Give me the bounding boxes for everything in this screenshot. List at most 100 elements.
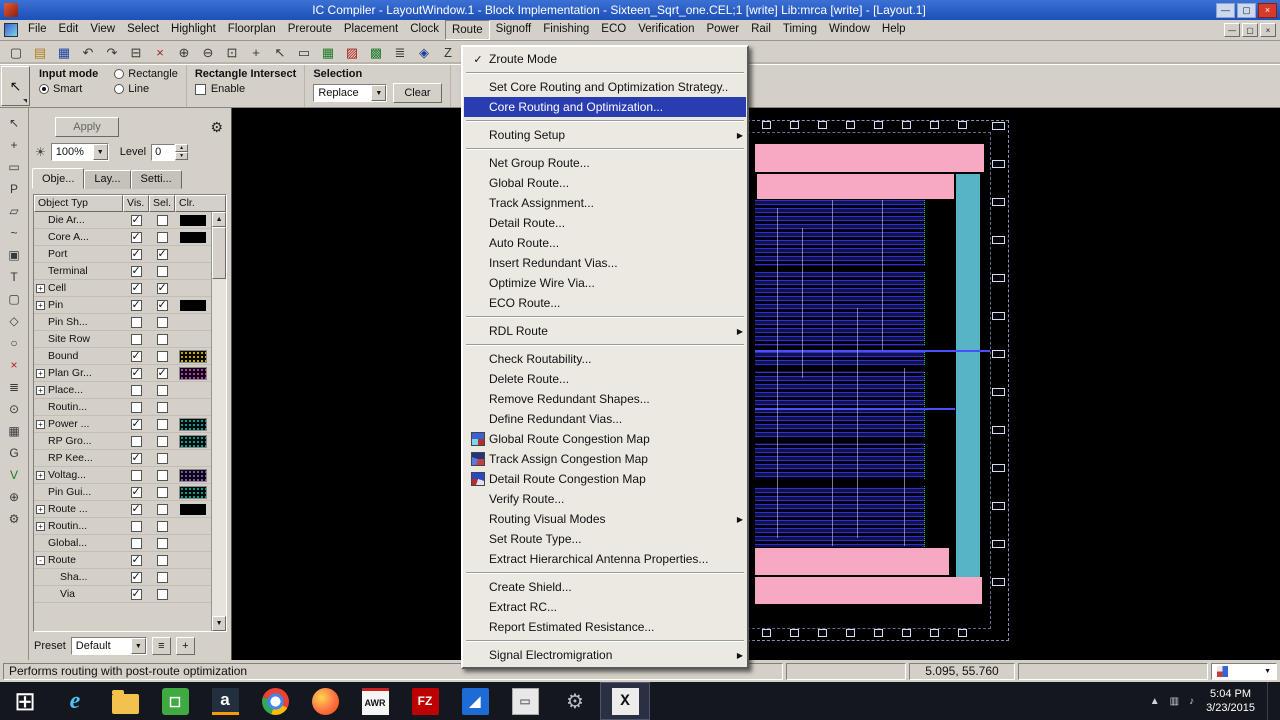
expand-icon[interactable] [36,539,45,548]
selectable-checkbox[interactable] [156,247,168,260]
color-swatch[interactable] [179,417,208,431]
menubar-item[interactable]: Help [876,20,912,40]
macro-block-bottom[interactable] [755,577,982,604]
menubar-item[interactable]: View [84,20,121,40]
Cell[interactable]: + Cell [34,280,212,297]
route-menu-item[interactable]: Zroute Mode [464,49,746,69]
taskbar-gears[interactable]: ⚙ [550,682,600,720]
taskbar-amazon[interactable]: a [200,682,250,720]
route-menu-item[interactable]: Create Shield... [464,577,746,597]
visibility-checkbox[interactable] [130,485,142,498]
zoom-out-icon[interactable]: ⊖ [197,43,219,63]
settings-tool-icon[interactable]: ⚙ [4,509,25,528]
spin-up-icon[interactable]: ▲ [175,143,189,152]
port-marker[interactable] [992,388,1005,396]
color-swatch[interactable] [180,266,206,277]
RP Kee...[interactable]: RP Kee... [34,450,212,467]
ground-tool-icon[interactable]: G [4,443,25,462]
route-menu-item[interactable]: Verify Route... [464,489,746,509]
Route[interactable]: - Route [34,552,212,569]
port-marker[interactable] [846,121,855,129]
radio-smart[interactable]: Smart [39,83,98,95]
Core A...[interactable]: Core A... [34,229,212,246]
route-menu-item[interactable] [464,637,746,645]
color-swatch[interactable] [179,468,208,482]
Place...[interactable]: + Place... [34,382,212,399]
route-menu-item[interactable]: Extract Hierarchical Antenna Properties.… [464,549,746,569]
selection-tool-button[interactable]: ↖ [1,66,30,106]
delete-tool-icon[interactable]: × [4,355,25,374]
color-swatch[interactable] [179,366,208,380]
menubar-item[interactable]: ECO [595,20,632,40]
port-marker[interactable] [762,121,771,129]
mdi-close-button[interactable]: × [1260,23,1276,37]
preset-add-button[interactable]: + [175,637,195,655]
visibility-checkbox[interactable] [130,451,142,464]
route-menu-item[interactable]: Set Route Type... [464,529,746,549]
tray-volume-icon[interactable]: ♪ [1189,696,1194,707]
pan-icon[interactable]: + [245,43,267,63]
route-menu-item[interactable]: Track Assign Congestion Map [464,449,746,469]
port-marker[interactable] [902,629,911,637]
Site Row[interactable]: Site Row [34,331,212,348]
radio-rectangle[interactable]: Rectangle [114,68,178,80]
color-swatch[interactable] [180,385,206,396]
route-menu-item[interactable]: RDL Route [464,321,746,341]
expand-icon[interactable] [36,454,45,463]
expand-icon[interactable] [36,488,45,497]
scrollbar-thumb[interactable] [212,227,226,279]
enable-checkbox[interactable]: Enable [194,83,296,95]
copy-icon[interactable]: ⊟ [125,43,147,63]
color-swatch[interactable] [179,349,208,363]
taskbar-awr[interactable]: AWR [350,682,400,720]
color-swatch[interactable] [179,230,208,244]
via-tool-icon[interactable]: ▣ [4,245,25,264]
column-header-object[interactable]: Object Typ [34,195,123,212]
menubar-item[interactable]: Highlight [165,20,222,40]
selectable-checkbox[interactable] [156,265,168,277]
undo-icon[interactable]: ↶ [77,43,99,63]
selectable-checkbox[interactable] [156,588,168,600]
level-stepper[interactable]: 0 ▲ ▼ [151,143,189,161]
visibility-checkbox[interactable] [130,435,142,447]
layers-icon[interactable]: ≣ [389,43,411,63]
radio-line[interactable]: Line [114,83,178,95]
route-menu-item[interactable] [464,145,746,153]
port-marker[interactable] [992,312,1005,320]
port-marker[interactable] [992,578,1005,586]
port-marker[interactable] [992,160,1005,168]
visibility-checkbox[interactable] [130,281,142,294]
expand-icon[interactable]: + [36,470,45,480]
route-menu-item[interactable]: Core Routing and Optimization... [464,97,746,117]
expand-icon[interactable] [36,573,45,582]
route-menu-item[interactable]: Check Routability... [464,349,746,369]
visibility-checkbox[interactable] [130,469,142,481]
Port[interactable]: Port [34,246,212,263]
visibility-checkbox[interactable] [130,366,142,379]
palette-icon[interactable]: ▩ [365,43,387,63]
selectable-checkbox[interactable] [156,333,168,345]
selectable-checkbox[interactable] [156,452,168,464]
column-header-vis[interactable]: Vis. [123,195,149,212]
route-menu-item[interactable] [464,69,746,77]
panel-settings-icon[interactable]: ⚙ [210,119,223,136]
port-marker[interactable] [846,629,855,637]
taskbar-explorer[interactable] [100,682,150,720]
close-button[interactable]: × [1258,2,1277,18]
selectable-checkbox[interactable] [156,316,168,328]
visibility-checkbox[interactable] [130,553,142,566]
mdi-minimize-button[interactable]: — [1224,23,1240,37]
menubar-item[interactable]: Window [823,20,876,40]
open-cell-icon[interactable]: ▤ [29,43,51,63]
expand-icon[interactable]: + [36,368,45,378]
visibility-checkbox[interactable] [130,587,142,600]
column-header-sel[interactable]: Sel. [149,195,175,212]
minimize-button[interactable]: — [1216,2,1235,18]
route-menu-item[interactable]: Delete Route... [464,369,746,389]
select-arrow-icon[interactable]: ↖ [269,43,291,63]
selectable-checkbox[interactable] [156,231,168,243]
menubar-item[interactable]: Verification [632,20,700,40]
route-menu-item[interactable]: Detail Route Congestion Map [464,469,746,489]
color-swatch[interactable] [180,589,206,600]
route-menu-item[interactable]: Remove Redundant Shapes... [464,389,746,409]
